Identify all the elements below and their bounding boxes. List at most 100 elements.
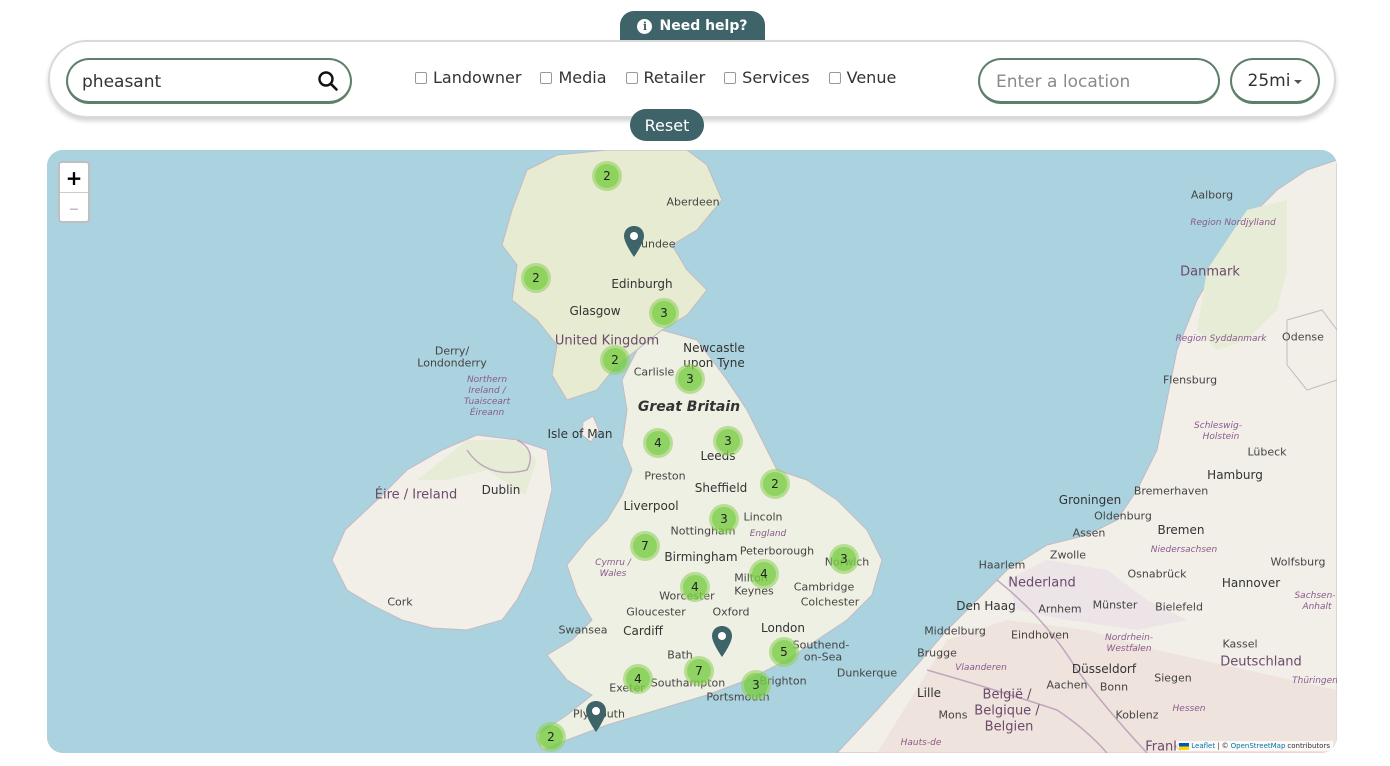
venue-checkbox[interactable] — [828, 71, 841, 84]
map-label-gloucester: Gloucester — [626, 605, 686, 619]
map-label-cambridge: Cambridge — [793, 580, 855, 594]
cluster-marker[interactable]: 3 — [829, 544, 859, 574]
caret-down-icon — [1294, 80, 1303, 84]
map-label-schleswig-2: Holstein — [1202, 432, 1240, 442]
zoom-in-button[interactable]: + — [60, 163, 88, 193]
cluster-count: 3 — [744, 673, 768, 697]
filter-landowner[interactable]: Landowner — [415, 68, 521, 87]
media-checkbox[interactable] — [540, 71, 553, 84]
search-field[interactable] — [66, 58, 352, 104]
map-label-hauts-de: Hauts-de — [900, 738, 942, 748]
map[interactable]: + – Aberdeen Dundee Edinburgh Glasgow Un… — [47, 150, 1337, 753]
cluster-marker[interactable]: 3 — [675, 364, 705, 394]
location-pin-icon[interactable] — [623, 225, 645, 258]
map-label-bremerhaven: Bremerhaven — [1133, 484, 1209, 498]
map-label-lubeck: Lübeck — [1247, 445, 1287, 459]
cluster-count: 3 — [678, 367, 702, 391]
search-icon[interactable] — [316, 69, 340, 93]
cluster-marker[interactable]: 3 — [649, 298, 679, 328]
map-label-swansea: Swansea — [558, 623, 608, 637]
map-label-cardiff: Cardiff — [623, 624, 663, 638]
map-label-dublin: Dublin — [481, 483, 521, 497]
map-label-odense: Odense — [1282, 330, 1324, 344]
attribution-separator: | © — [1217, 742, 1229, 750]
reset-button[interactable]: Reset — [630, 109, 704, 141]
map-label-niedersachsen: Niedersachsen — [1150, 545, 1218, 555]
cluster-count: 2 — [763, 472, 787, 496]
map-label-kassel: Kassel — [1222, 637, 1258, 651]
map-label-cymru-1: Cymru / — [595, 558, 631, 568]
map-label-haarlem: Haarlem — [978, 558, 1026, 572]
map-label-zwolle: Zwolle — [1049, 548, 1087, 562]
map-label-ireland: Éire / Ireland — [374, 487, 458, 503]
filter-services[interactable]: Services — [724, 68, 810, 87]
location-input[interactable] — [994, 68, 1208, 96]
map-label-ni-2: Ireland / — [468, 386, 506, 396]
cluster-marker[interactable]: 3 — [709, 504, 739, 534]
map-label-liverpool: Liverpool — [623, 499, 679, 513]
cluster-marker[interactable]: 3 — [713, 426, 743, 456]
filter-retailer[interactable]: Retailer — [625, 68, 705, 87]
landowner-checkbox[interactable] — [415, 71, 427, 84]
cluster-marker[interactable]: 5 — [769, 637, 799, 667]
map-label-dunkerque: Dunkerque — [836, 666, 898, 680]
cluster-marker[interactable]: 3 — [741, 670, 771, 700]
cluster-marker[interactable]: 2 — [760, 469, 790, 499]
cluster-marker[interactable]: 4 — [623, 664, 653, 694]
cluster-count: 4 — [626, 667, 650, 691]
map-label-thuringen: Thüringen — [1292, 676, 1337, 686]
map-label-munster: Münster — [1092, 598, 1138, 612]
location-field[interactable] — [978, 58, 1220, 104]
map-label-deutschland: Deutschland — [1220, 654, 1302, 670]
map-label-flensburg: Flensburg — [1162, 373, 1218, 387]
radius-value: 25mi — [1247, 70, 1291, 91]
cluster-marker[interactable]: 4 — [680, 572, 710, 602]
map-label-brugge: Brugge — [917, 646, 957, 660]
cluster-marker[interactable]: 4 — [643, 428, 673, 458]
map-label-syddanmark: Region Syddanmark — [1175, 334, 1267, 344]
map-label-dusseldorf: Düsseldorf — [1071, 662, 1137, 676]
filter-venue[interactable]: Venue — [828, 68, 896, 87]
zoom-out-button[interactable]: – — [60, 193, 88, 222]
cluster-marker[interactable]: 7 — [684, 656, 714, 686]
retailer-checkbox[interactable] — [625, 71, 638, 84]
map-label-oldenburg: Oldenburg — [1094, 509, 1152, 523]
cluster-marker[interactable]: 2 — [521, 263, 551, 293]
map-label-carlisle: Carlisle — [633, 365, 675, 379]
map-label-lincoln: Lincoln — [743, 510, 783, 524]
map-label-oxford: Oxford — [712, 605, 750, 619]
map-label-mons: Mons — [938, 708, 968, 722]
map-label-siegen: Siegen — [1154, 671, 1192, 685]
location-pin-icon[interactable] — [711, 625, 733, 658]
map-label-schleswig-1: Schleswig- — [1194, 421, 1242, 431]
map-label-hamburg: Hamburg — [1207, 468, 1263, 482]
map-label-vlaanderen: Vlaanderen — [955, 663, 1007, 673]
leaflet-link[interactable]: Leaflet — [1191, 742, 1215, 750]
need-help-tab[interactable]: i Need help? — [620, 11, 765, 41]
cluster-marker[interactable]: 4 — [749, 559, 779, 589]
map-label-bielefeld: Bielefeld — [1155, 600, 1203, 614]
map-label-colchester: Colchester — [800, 595, 860, 609]
map-label-koblenz: Koblenz — [1115, 708, 1159, 722]
map-label-ni-3: Tuaisceart — [463, 397, 511, 407]
category-filters: Landowner Media Retailer Services Venue — [415, 68, 915, 87]
cluster-count: 7 — [633, 534, 657, 558]
services-checkbox[interactable] — [724, 71, 737, 84]
map-label-england: England — [749, 529, 787, 539]
search-input[interactable] — [80, 68, 314, 96]
map-label-ni-4: Éireann — [469, 408, 505, 418]
location-pin-icon[interactable] — [585, 700, 607, 733]
filter-media[interactable]: Media — [540, 68, 607, 87]
map-label-belgie-2: Belgique / — [974, 703, 1040, 719]
map-label-assen: Assen — [1072, 526, 1106, 540]
zoom-control: + – — [58, 161, 90, 223]
osm-link[interactable]: OpenStreetMap — [1231, 742, 1286, 750]
cluster-count: 4 — [683, 575, 707, 599]
cluster-marker[interactable]: 2 — [600, 345, 630, 375]
map-label-londonderry: Londonderry — [417, 356, 487, 370]
cluster-marker[interactable]: 2 — [592, 161, 622, 191]
cluster-marker[interactable]: 2 — [536, 722, 566, 752]
cluster-marker[interactable]: 7 — [630, 531, 660, 561]
map-label-aachen: Aachen — [1046, 678, 1088, 692]
radius-select[interactable]: 25mi — [1230, 58, 1320, 104]
